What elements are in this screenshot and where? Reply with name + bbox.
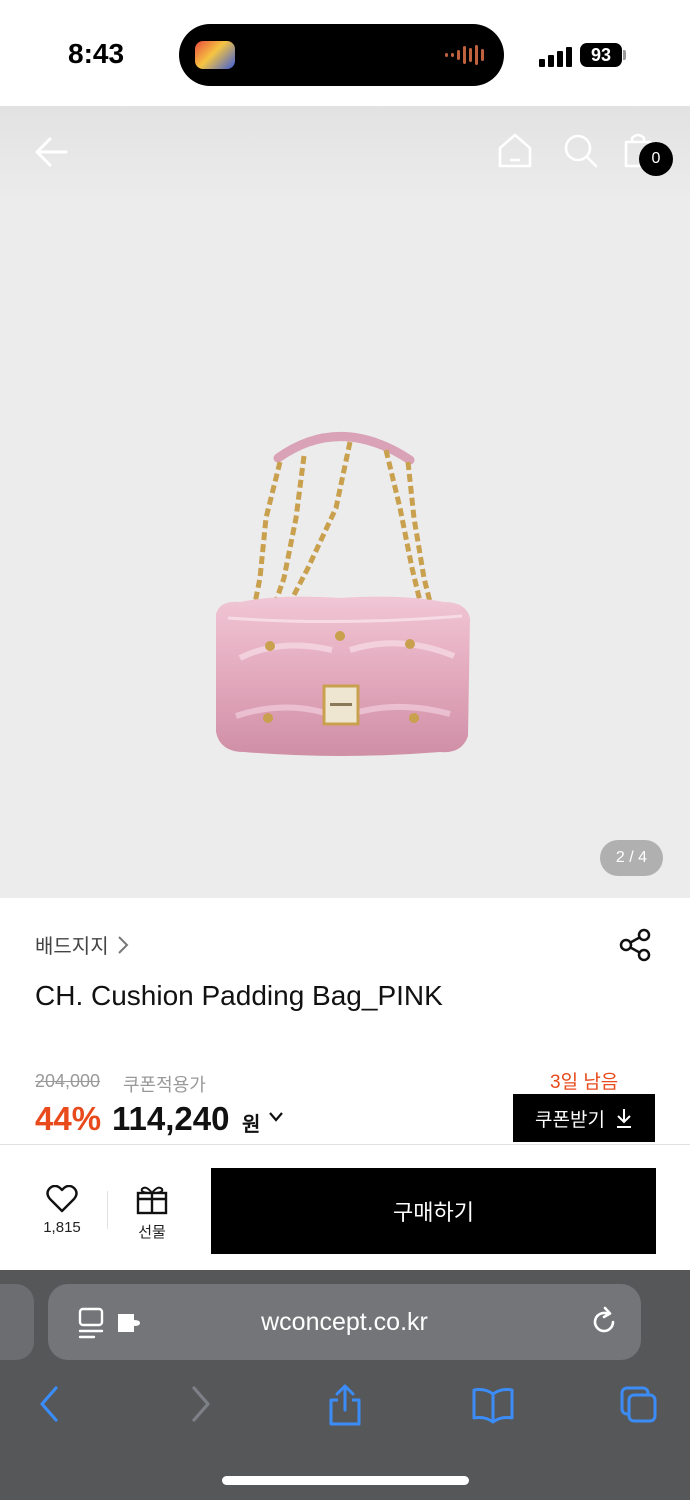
dynamic-island: [179, 24, 504, 86]
audio-wave-icon: [445, 44, 484, 66]
search-icon[interactable]: [560, 130, 600, 170]
cellular-signal-icon: [539, 45, 573, 67]
reload-icon[interactable]: [588, 1306, 620, 1338]
browser-toolbar: wconcept.co.kr: [0, 1270, 690, 1500]
home-indicator: [222, 1476, 469, 1485]
battery-tip: [623, 50, 626, 60]
share-sheet-icon[interactable]: [325, 1382, 365, 1426]
download-icon: [616, 1109, 631, 1128]
currency-label: 원: [242, 1114, 261, 1136]
image-counter: 2 / 4: [600, 840, 663, 876]
gift-label: 선물: [138, 1224, 166, 1241]
purchase-bar: 1,815 선물 구매하기: [0, 1144, 690, 1270]
get-coupon-button[interactable]: 쿠폰받기: [513, 1094, 655, 1142]
status-time: 8:43: [68, 38, 125, 69]
divider: [107, 1191, 108, 1229]
buy-button[interactable]: 구매하기: [211, 1168, 656, 1254]
previous-tab-address-bar[interactable]: [0, 1284, 34, 1360]
discount-rate: 44%: [35, 1100, 102, 1137]
live-activity-icon: [195, 41, 235, 69]
brand-link[interactable]: 배드지지: [35, 930, 129, 959]
price-detail-chevron-icon[interactable]: [268, 1111, 284, 1123]
back-arrow-icon[interactable]: [30, 132, 74, 172]
coupon-days-left: 3일 남음: [550, 1072, 619, 1093]
share-icon[interactable]: [618, 928, 652, 962]
like-count: 1,815: [43, 1219, 81, 1236]
brand-name: 배드지지: [35, 936, 109, 958]
coupon-applied-label: 쿠폰적용가: [123, 1075, 206, 1095]
gift-icon: [136, 1186, 168, 1215]
url-text: wconcept.co.kr: [261, 1308, 428, 1336]
gift-button[interactable]: 선물: [122, 1185, 182, 1245]
address-bar[interactable]: wconcept.co.kr: [48, 1284, 641, 1360]
like-button[interactable]: 1,815: [30, 1185, 94, 1245]
chevron-right-icon: [117, 935, 129, 954]
product-name: CH. Cushion Padding Bag_PINK: [35, 980, 443, 1011]
product-image-gallery[interactable]: 0 2 / 4: [0, 106, 690, 898]
sale-price: 114,240: [112, 1100, 230, 1137]
original-price: 204,000: [35, 1071, 101, 1091]
bookmarks-icon[interactable]: [471, 1382, 515, 1426]
battery-level: 93: [580, 43, 622, 67]
home-icon[interactable]: [495, 130, 535, 170]
product-info: 배드지지 CH. Cushion Padding Bag_PINK 204,00…: [0, 898, 690, 1144]
heart-icon: [46, 1185, 78, 1213]
back-icon[interactable]: [30, 1382, 70, 1426]
tabs-icon[interactable]: [618, 1382, 658, 1426]
product-page: 8:43 93 0 2 / 4 배드지지 CH. Cushion Padding…: [0, 0, 690, 1500]
status-bar: 8:43 93: [0, 0, 690, 106]
forward-icon: [192, 1386, 210, 1422]
product-photo[interactable]: [200, 418, 480, 758]
cart-count-badge: 0: [639, 142, 673, 176]
get-coupon-label: 쿠폰받기: [535, 1109, 605, 1131]
